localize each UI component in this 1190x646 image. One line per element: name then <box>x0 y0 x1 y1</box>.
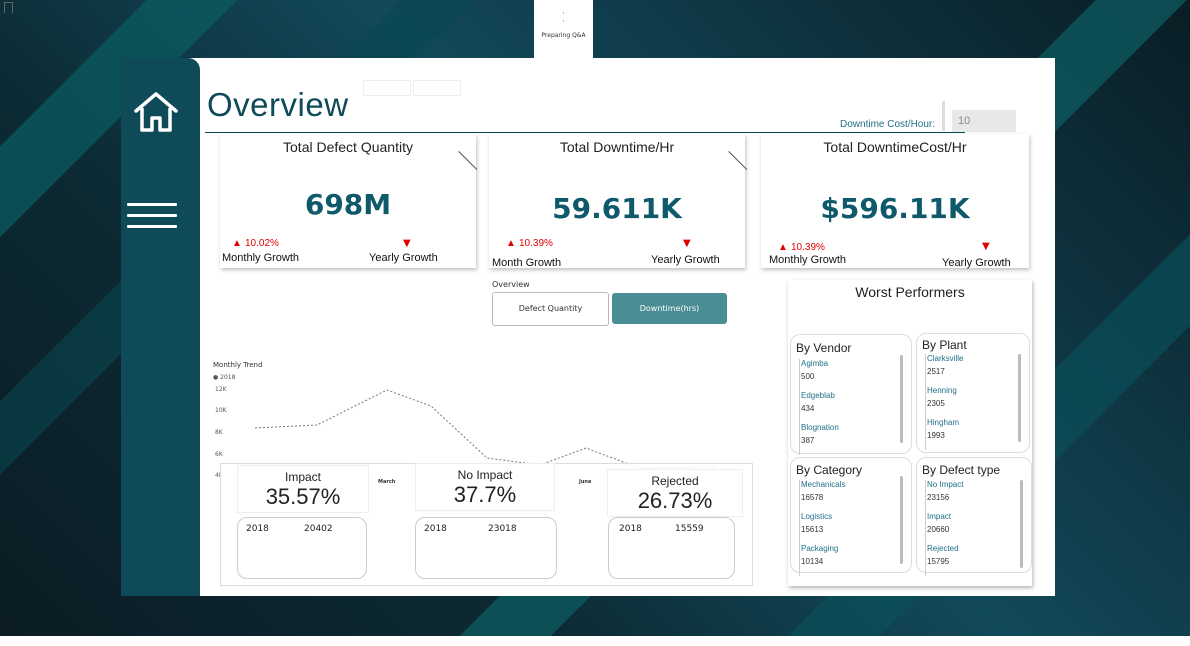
year-text: 2018 <box>424 524 447 534</box>
item-name: Blognation <box>801 423 839 432</box>
report-page: Overview Downtime Cost/Hour: Total Defec… <box>121 58 1055 596</box>
scrollbar[interactable] <box>900 355 903 443</box>
list-item[interactable]: No Impact 23156 <box>927 480 963 512</box>
count-text: 23018 <box>488 524 517 534</box>
item-name: Mechanicals <box>801 480 846 489</box>
no-impact-card: No Impact 37.7% <box>415 463 555 511</box>
card-title: No Impact <box>457 468 513 482</box>
no-impact-detail-box: 2018 23018 <box>415 517 557 579</box>
item-value: 1993 <box>927 431 945 440</box>
rejected-card: Rejected 26.73% <box>607 469 743 517</box>
item-name: Packaging <box>801 544 839 553</box>
list-item[interactable]: Blognation 387 <box>801 423 839 455</box>
bottom-strip <box>0 636 1190 646</box>
by-plant-panel: By Plant Clarksville 2517 Henning 2305 Hin… <box>916 333 1030 453</box>
item-value: 15613 <box>801 525 824 534</box>
card-value: 26.73% <box>637 488 713 513</box>
year-text: 2018 <box>246 524 269 534</box>
item-name: Impact <box>927 512 952 521</box>
list-item[interactable]: Edgeblab 434 <box>801 391 839 423</box>
item-value: 2517 <box>927 367 945 376</box>
panel-title: By Defect type <box>922 463 1001 477</box>
by-defect-type-panel: By Defect type No Impact 23156 Impact 2066… <box>916 457 1032 576</box>
panel-title: By Category <box>796 463 863 477</box>
worst-performers-panel: Worst Performers By Vendor Agimba 500 Edg… <box>788 280 1032 586</box>
impact-detail-box: 2018 20402 <box>237 517 367 579</box>
defect-type-list: No Impact 23156 Impact 20660 Rejected 15795 <box>925 480 963 576</box>
item-value: 500 <box>801 372 815 381</box>
scrollbar[interactable] <box>1020 480 1023 568</box>
item-name: Logistics <box>801 512 833 521</box>
item-name: Hingham <box>927 418 960 427</box>
list-item[interactable]: Rejected 15795 <box>927 544 963 576</box>
list-item[interactable]: Logistics 15613 <box>801 512 845 544</box>
item-value: 2305 <box>927 399 945 408</box>
list-item[interactable]: Henning 2305 <box>927 386 963 418</box>
list-item[interactable]: Impact 20660 <box>927 512 963 544</box>
item-value: 20660 <box>927 525 950 534</box>
qa-loading-text: Preparing Q&A <box>541 32 586 39</box>
card-value: 37.7% <box>453 482 517 507</box>
worst-performers-title: Worst Performers <box>855 284 965 300</box>
item-name: Edgeblab <box>801 391 835 400</box>
card-value: 35.57% <box>265 484 341 509</box>
card-title: Rejected <box>651 474 699 488</box>
x-tick: June <box>579 479 592 485</box>
item-name: Agimba <box>801 359 829 368</box>
by-category-panel: By Category Mechanicals 16578 Logistics 15… <box>790 457 912 576</box>
count-text: 20402 <box>304 524 333 534</box>
list-item[interactable]: Agimba 500 <box>801 359 839 391</box>
trend-line <box>254 389 718 469</box>
list-item[interactable]: Hingham 1993 <box>927 418 963 450</box>
list-item[interactable]: Clarksville 2517 <box>927 354 963 386</box>
plant-list: Clarksville 2517 Henning 2305 Hingham 1993 <box>925 354 963 450</box>
vendor-list: Agimba 500 Edgeblab 434 Blognation 387 <box>799 359 839 455</box>
year-text: 2018 <box>619 524 642 534</box>
bookmark-icon[interactable] <box>4 2 13 13</box>
item-name: Rejected <box>927 544 959 553</box>
item-value: 387 <box>801 436 815 445</box>
item-value: 434 <box>801 404 815 413</box>
list-item[interactable]: Packaging 10134 <box>801 544 845 576</box>
item-value: 23156 <box>927 493 950 502</box>
impact-card: Impact 35.57% <box>237 465 369 513</box>
item-name: No Impact <box>927 480 964 489</box>
item-value: 16578 <box>801 493 824 502</box>
count-text: 15559 <box>675 524 704 534</box>
item-value: 15795 <box>927 557 950 566</box>
by-vendor-panel: By Vendor Agimba 500 Edgeblab 434 Blognati… <box>790 334 912 455</box>
scrollbar[interactable] <box>900 476 903 564</box>
rejected-detail-box: 2018 15559 <box>608 517 735 579</box>
panel-title: By Vendor <box>796 341 852 355</box>
card-title: Impact <box>284 470 321 484</box>
category-list: Mechanicals 16578 Logistics 15613 Packagin… <box>799 480 845 576</box>
item-name: Henning <box>927 386 957 395</box>
item-name: Clarksville <box>927 354 964 363</box>
panel-title: By Plant <box>922 338 967 352</box>
scrollbar[interactable] <box>1018 354 1021 442</box>
x-tick: March <box>378 479 396 485</box>
loading-dots-icon: · · <box>562 9 565 26</box>
qa-loading-panel: · · Preparing Q&A <box>534 0 593 58</box>
list-item[interactable]: Mechanicals 16578 <box>801 480 845 512</box>
item-value: 10134 <box>801 557 824 566</box>
